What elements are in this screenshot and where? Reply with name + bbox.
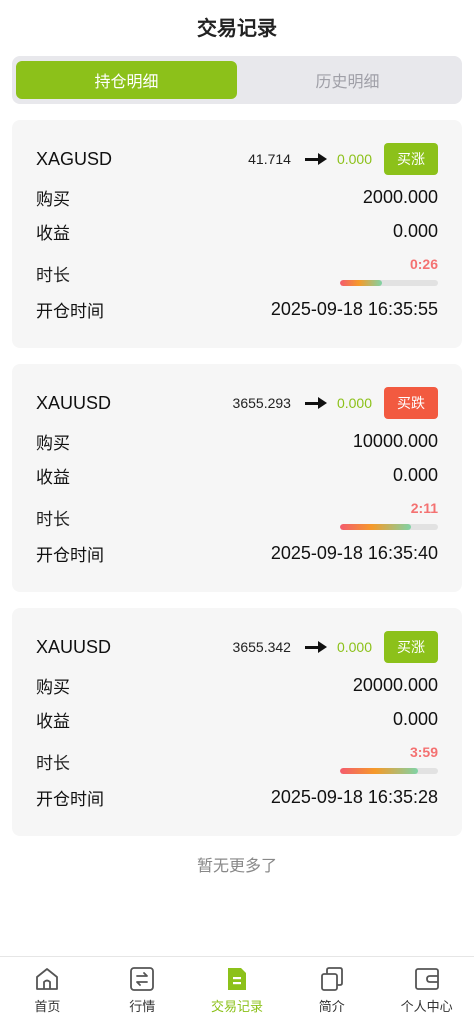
nav-profile[interactable]: 个人中心	[379, 957, 474, 1024]
buy-row: 购买 2000.000	[36, 180, 438, 214]
buy-label: 购买	[36, 433, 70, 454]
duration-label: 时长	[36, 754, 70, 774]
buy-amount: 2000.000	[362, 186, 438, 207]
direction-badge: 买涨	[384, 143, 438, 175]
open-price: 41.714	[248, 151, 291, 167]
open-time-row: 开仓时间 2025-09-18 16:35:40	[36, 536, 438, 570]
order-card: XAUUSD 3655.293 0.000 买跌 购买 10000.000 收益…	[12, 364, 462, 592]
profit-row: 收益 0.000	[36, 702, 438, 736]
profit-label: 收益	[36, 711, 70, 732]
profit-value: 0.000	[392, 464, 438, 485]
open-time-label: 开仓时间	[36, 789, 104, 810]
order-card: XAUUSD 3655.342 0.000 买涨 购买 20000.000 收益…	[12, 608, 462, 836]
duration-label: 时长	[36, 266, 70, 286]
profit-value: 0.000	[392, 708, 438, 729]
buy-amount: 10000.000	[352, 430, 438, 451]
wallet-icon	[414, 968, 439, 990]
order-list: XAGUSD 41.714 0.000 买涨 购买 2000.000 收益 0.…	[0, 120, 474, 836]
open-price: 3655.293	[232, 395, 291, 411]
page: 交易记录 持仓明细 历史明细 XAGUSD 41.714 0.000 买涨 购买…	[0, 0, 474, 1024]
buy-amount: 20000.000	[352, 674, 438, 695]
nav-label: 交易记录	[210, 1000, 263, 1015]
countdown-timer: 2:11	[410, 500, 438, 516]
open-price: 3655.342	[232, 639, 291, 655]
direction-badge: 买涨	[384, 631, 438, 663]
symbol: XAGUSD	[36, 148, 113, 169]
buy-label: 购买	[36, 189, 70, 210]
arrow-right-icon	[304, 641, 327, 653]
nav-label: 行情	[129, 1000, 156, 1015]
current-price: 0.000	[336, 395, 372, 411]
progress-fill	[340, 768, 419, 774]
home-icon	[36, 968, 59, 990]
current-price: 0.000	[336, 151, 372, 167]
duration-indicator: 3:59	[340, 744, 438, 774]
duration-indicator: 2:11	[340, 500, 438, 530]
order-header: XAGUSD 41.714 0.000 买涨	[36, 142, 438, 176]
nav-label: 首页	[34, 1000, 61, 1015]
symbol: XAUUSD	[36, 392, 112, 413]
direction-badge: 买跌	[384, 387, 438, 419]
tab-bar: 持仓明细 历史明细	[12, 56, 462, 104]
buy-row: 购买 10000.000	[36, 424, 438, 458]
tab-positions[interactable]: 持仓明细	[16, 61, 237, 99]
open-time-value: 2025-09-18 16:35:55	[270, 298, 438, 319]
exchange-icon	[130, 967, 155, 991]
open-time-row: 开仓时间 2025-09-18 16:35:28	[36, 780, 438, 814]
duration-label: 时长	[36, 510, 70, 530]
tab-history[interactable]: 历史明细	[237, 61, 458, 99]
no-more-text: 暂无更多了	[196, 856, 277, 875]
open-time-value: 2025-09-18 16:35:40	[270, 542, 438, 563]
order-card: XAGUSD 41.714 0.000 买涨 购买 2000.000 收益 0.…	[12, 120, 462, 348]
profit-label: 收益	[36, 223, 70, 244]
arrow-right-icon	[304, 397, 327, 409]
symbol: XAUUSD	[36, 636, 112, 657]
duration-row: 时长 3:59	[36, 736, 438, 780]
order-header: XAUUSD 3655.293 0.000 买跌	[36, 386, 438, 420]
profit-value: 0.000	[392, 220, 438, 241]
progress-bar	[340, 280, 438, 286]
profit-row: 收益 0.000	[36, 458, 438, 492]
nav-intro[interactable]: 简介	[284, 957, 379, 1024]
duration-row: 时长 0:26	[36, 248, 438, 292]
nav-records[interactable]: 交易记录	[190, 957, 285, 1024]
profit-row: 收益 0.000	[36, 214, 438, 248]
progress-fill	[340, 280, 383, 286]
open-time-label: 开仓时间	[36, 545, 104, 566]
progress-fill	[340, 524, 411, 530]
countdown-timer: 0:26	[409, 256, 438, 272]
order-header: XAUUSD 3655.342 0.000 买涨	[36, 630, 438, 664]
arrow-right-icon	[304, 153, 327, 165]
open-time-value: 2025-09-18 16:35:28	[270, 786, 438, 807]
page-title: 交易记录	[197, 15, 277, 40]
buy-label: 购买	[36, 677, 70, 698]
quote: 41.714 0.000 买涨	[248, 143, 438, 175]
countdown-timer: 3:59	[409, 744, 438, 760]
profit-label: 收益	[36, 467, 70, 488]
progress-bar	[340, 768, 438, 774]
progress-bar	[340, 524, 438, 530]
duration-row: 时长 2:11	[36, 492, 438, 536]
buy-row: 购买 20000.000	[36, 668, 438, 702]
nav-home[interactable]: 首页	[0, 957, 95, 1024]
nav-label: 个人中心	[400, 1000, 453, 1015]
open-time-label: 开仓时间	[36, 301, 104, 322]
nav-market[interactable]: 行情	[95, 957, 190, 1024]
quote: 3655.293 0.000 买跌	[233, 387, 438, 419]
quote: 3655.342 0.000 买涨	[233, 631, 438, 663]
current-price: 0.000	[336, 639, 372, 655]
bottom-nav: 首页 行情 交易记录 简介 个人中心	[0, 956, 474, 1024]
copy-icon	[320, 967, 343, 991]
open-time-row: 开仓时间 2025-09-18 16:35:55	[36, 292, 438, 326]
nav-label: 简介	[318, 1000, 345, 1015]
record-icon	[227, 968, 246, 990]
duration-indicator: 0:26	[340, 256, 438, 286]
